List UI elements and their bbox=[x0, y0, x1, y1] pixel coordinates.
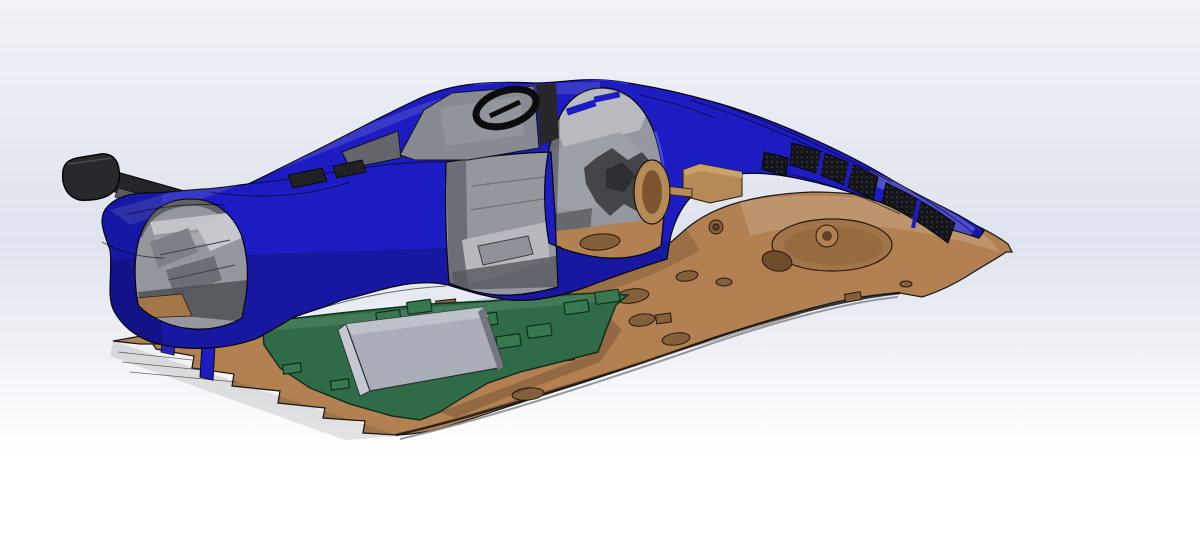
cutout-slot bbox=[656, 313, 672, 324]
board-clip bbox=[330, 379, 349, 390]
model-view[interactable] bbox=[0, 0, 1200, 533]
board-clip bbox=[282, 363, 301, 374]
board-clip bbox=[527, 323, 552, 338]
cutout-circle bbox=[716, 278, 732, 286]
cad-viewport[interactable] bbox=[0, 0, 1200, 533]
cutout-circle-inner bbox=[713, 224, 719, 230]
board-clip bbox=[496, 334, 521, 349]
pod-bore bbox=[642, 170, 662, 214]
cutout-circle bbox=[900, 281, 912, 287]
board-clip bbox=[407, 299, 432, 314]
board-clip bbox=[564, 300, 589, 315]
cowl-trim bbox=[536, 83, 559, 146]
boss-post-hole bbox=[822, 231, 832, 241]
board-clip bbox=[595, 289, 620, 304]
